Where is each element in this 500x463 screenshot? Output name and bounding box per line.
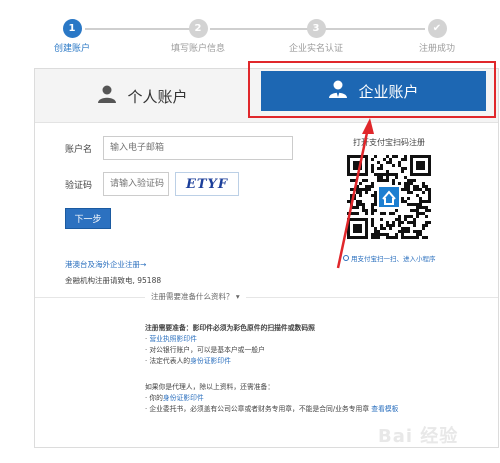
watermark: Bai 经验 [378,426,459,447]
annotation-arrow [336,118,374,269]
registration-page: 1 创建账户 2 填写账户信息 3 企业实名认证 ✔ 注册成功 个人账户 企业账… [0,0,500,463]
